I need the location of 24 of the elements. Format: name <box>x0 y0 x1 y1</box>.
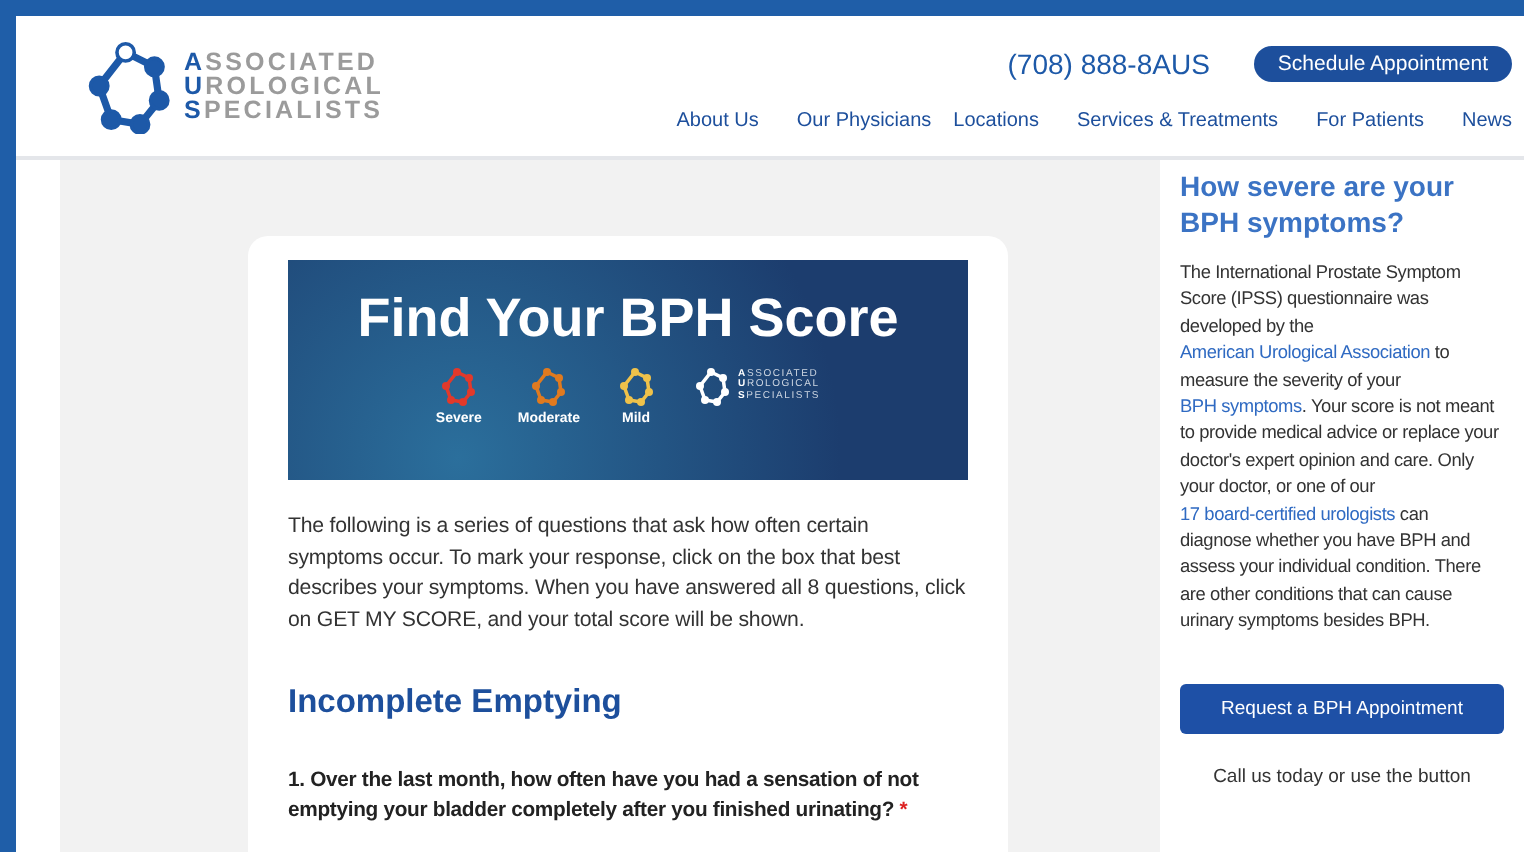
intro-paragraph: The following is a series of questions that ask how often certain symptoms occur. To mark your response, click on the box that best describes your symptoms. When you have answered all 8 questions, click on GET MY SCORE, and your total score will be shown. <box>288 512 968 635</box>
logo-icon <box>692 366 733 406</box>
logo-text: U ROLOGICAL <box>184 74 385 98</box>
logo-text: SPECIALISTS <box>184 98 385 122</box>
phone-number[interactable]: (708) 888-8AUS <box>1007 48 1210 80</box>
nav-link[interactable]: About Us <box>676 110 759 132</box>
nav-link[interactable]: News <box>1461 110 1512 132</box>
request-appointment-button[interactable]: Request a BPH Appointment <box>1180 683 1504 734</box>
nav-link[interactable]: Services & Treatments <box>1076 110 1279 132</box>
logo-text: ASSOCIATED <box>184 50 381 74</box>
schedule-button[interactable]: Schedule Appointment <box>1253 46 1512 82</box>
sidebar-paragraph: The International Prostate Symptom Score (IPSS) questionnaire was developed by the American Urological Association to measure the severity of your BPH symptoms. Your score is not meant to provide medical advice or replace your doctor's expert opinion and care. Only your doctor, or one of our 17 board-certified urologists can diagnose whether you have BPH and assess your individual condition. There are other conditions that can cause urinary symptoms besides BPH. <box>1180 260 1501 635</box>
sidebar-heading: How severe are your BPH symptoms? <box>1180 168 1456 240</box>
nav-link[interactable]: Locations <box>953 110 1039 132</box>
text-link[interactable]: American Urological Association <box>1180 342 1431 363</box>
nav-link[interactable]: Our Physicians <box>796 110 932 132</box>
banner-title: Find Your BPH Score <box>357 288 899 350</box>
required-mark: * <box>899 800 908 822</box>
section-heading: Incomplete Emptying <box>288 684 624 722</box>
sidebar-note: Call us today or use the button <box>1211 765 1473 788</box>
text-link[interactable]: BPH symptoms <box>1180 396 1302 417</box>
nav-link[interactable]: For Patients <box>1316 110 1424 132</box>
question-text: 1. Over the last month, how often have you had a sensation of not emptying your bladder completely after you finished urinating? * <box>288 768 921 826</box>
text-link[interactable]: 17 board-certified urologists <box>1180 503 1396 524</box>
